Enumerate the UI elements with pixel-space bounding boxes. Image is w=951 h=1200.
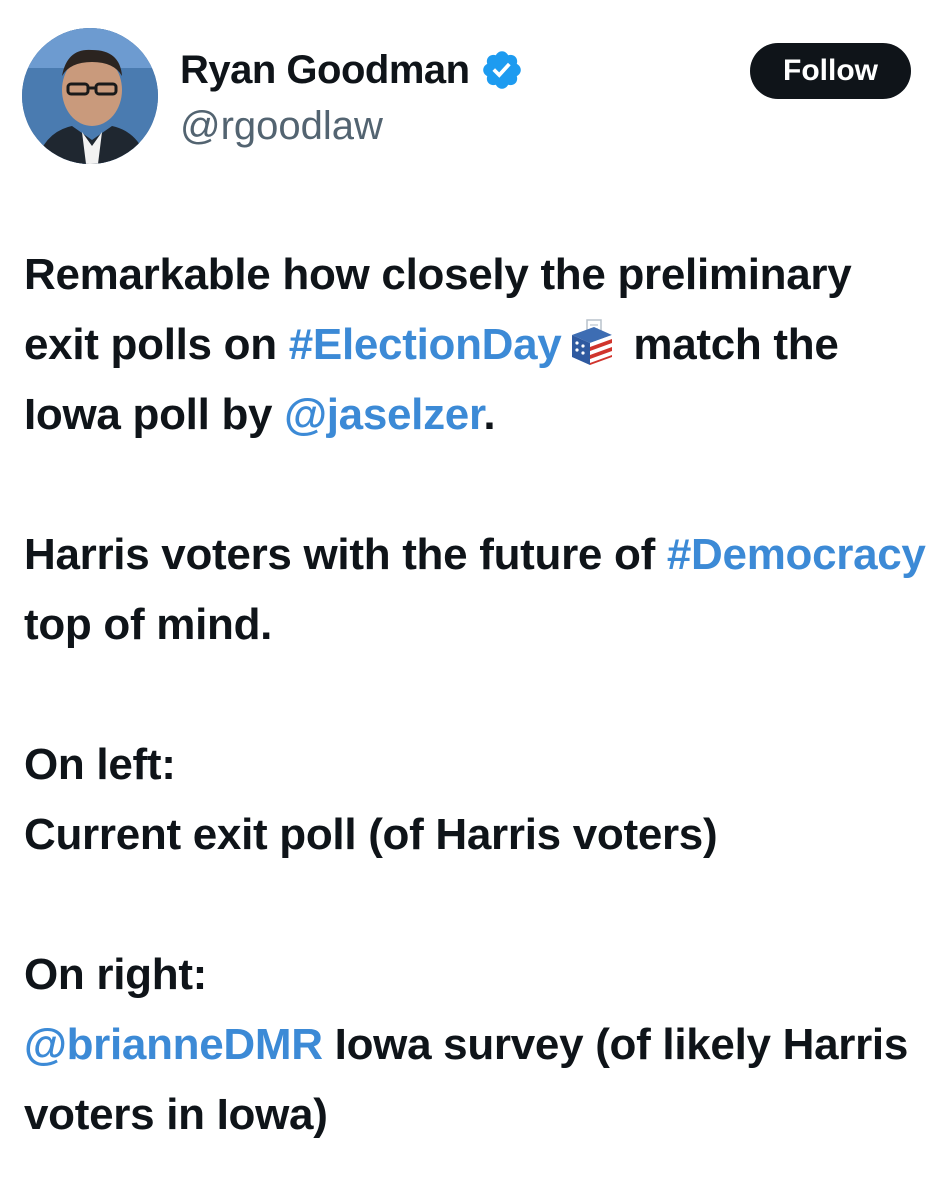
mention-link[interactable]: @brianneDMR (24, 1020, 323, 1069)
tweet-paragraph-4: On right: @brianneDMR Iowa survey (of lik… (24, 940, 929, 1150)
mention-link[interactable]: @jaselzer (284, 390, 484, 439)
verified-badge-icon[interactable] (480, 48, 524, 92)
hashtag-link[interactable]: #ElectionDay (289, 320, 562, 369)
profile-photo-icon (22, 28, 158, 164)
text-segment: Harris voters with the future of (24, 530, 667, 579)
text-segment: On right: (24, 950, 208, 999)
tweet-header: Ryan Goodman @rgoodlaw Follow (0, 0, 951, 180)
hashtag-link[interactable]: #Democracy (667, 530, 926, 579)
author-display-name[interactable]: Ryan Goodman (180, 44, 470, 96)
text-segment: top of mind. (24, 600, 273, 649)
text-segment: On left: (24, 740, 176, 789)
avatar[interactable] (22, 28, 158, 164)
text-segment: Current exit poll (of Harris voters) (24, 810, 718, 859)
tweet-paragraph-3: On left: Current exit poll (of Harris vot… (24, 730, 929, 870)
author-handle[interactable]: @rgoodlaw (180, 100, 383, 152)
author-name-row: Ryan Goodman (180, 44, 524, 96)
text-segment: . (483, 390, 496, 439)
ballot-box-icon (567, 317, 617, 367)
tweet-paragraph-1: Remarkable how closely the preliminary e… (24, 240, 929, 450)
tweet-paragraph-2: Harris voters with the future of #Democr… (24, 520, 929, 660)
follow-button[interactable]: Follow (750, 43, 911, 99)
tweet-text: Remarkable how closely the preliminary e… (24, 240, 929, 1150)
